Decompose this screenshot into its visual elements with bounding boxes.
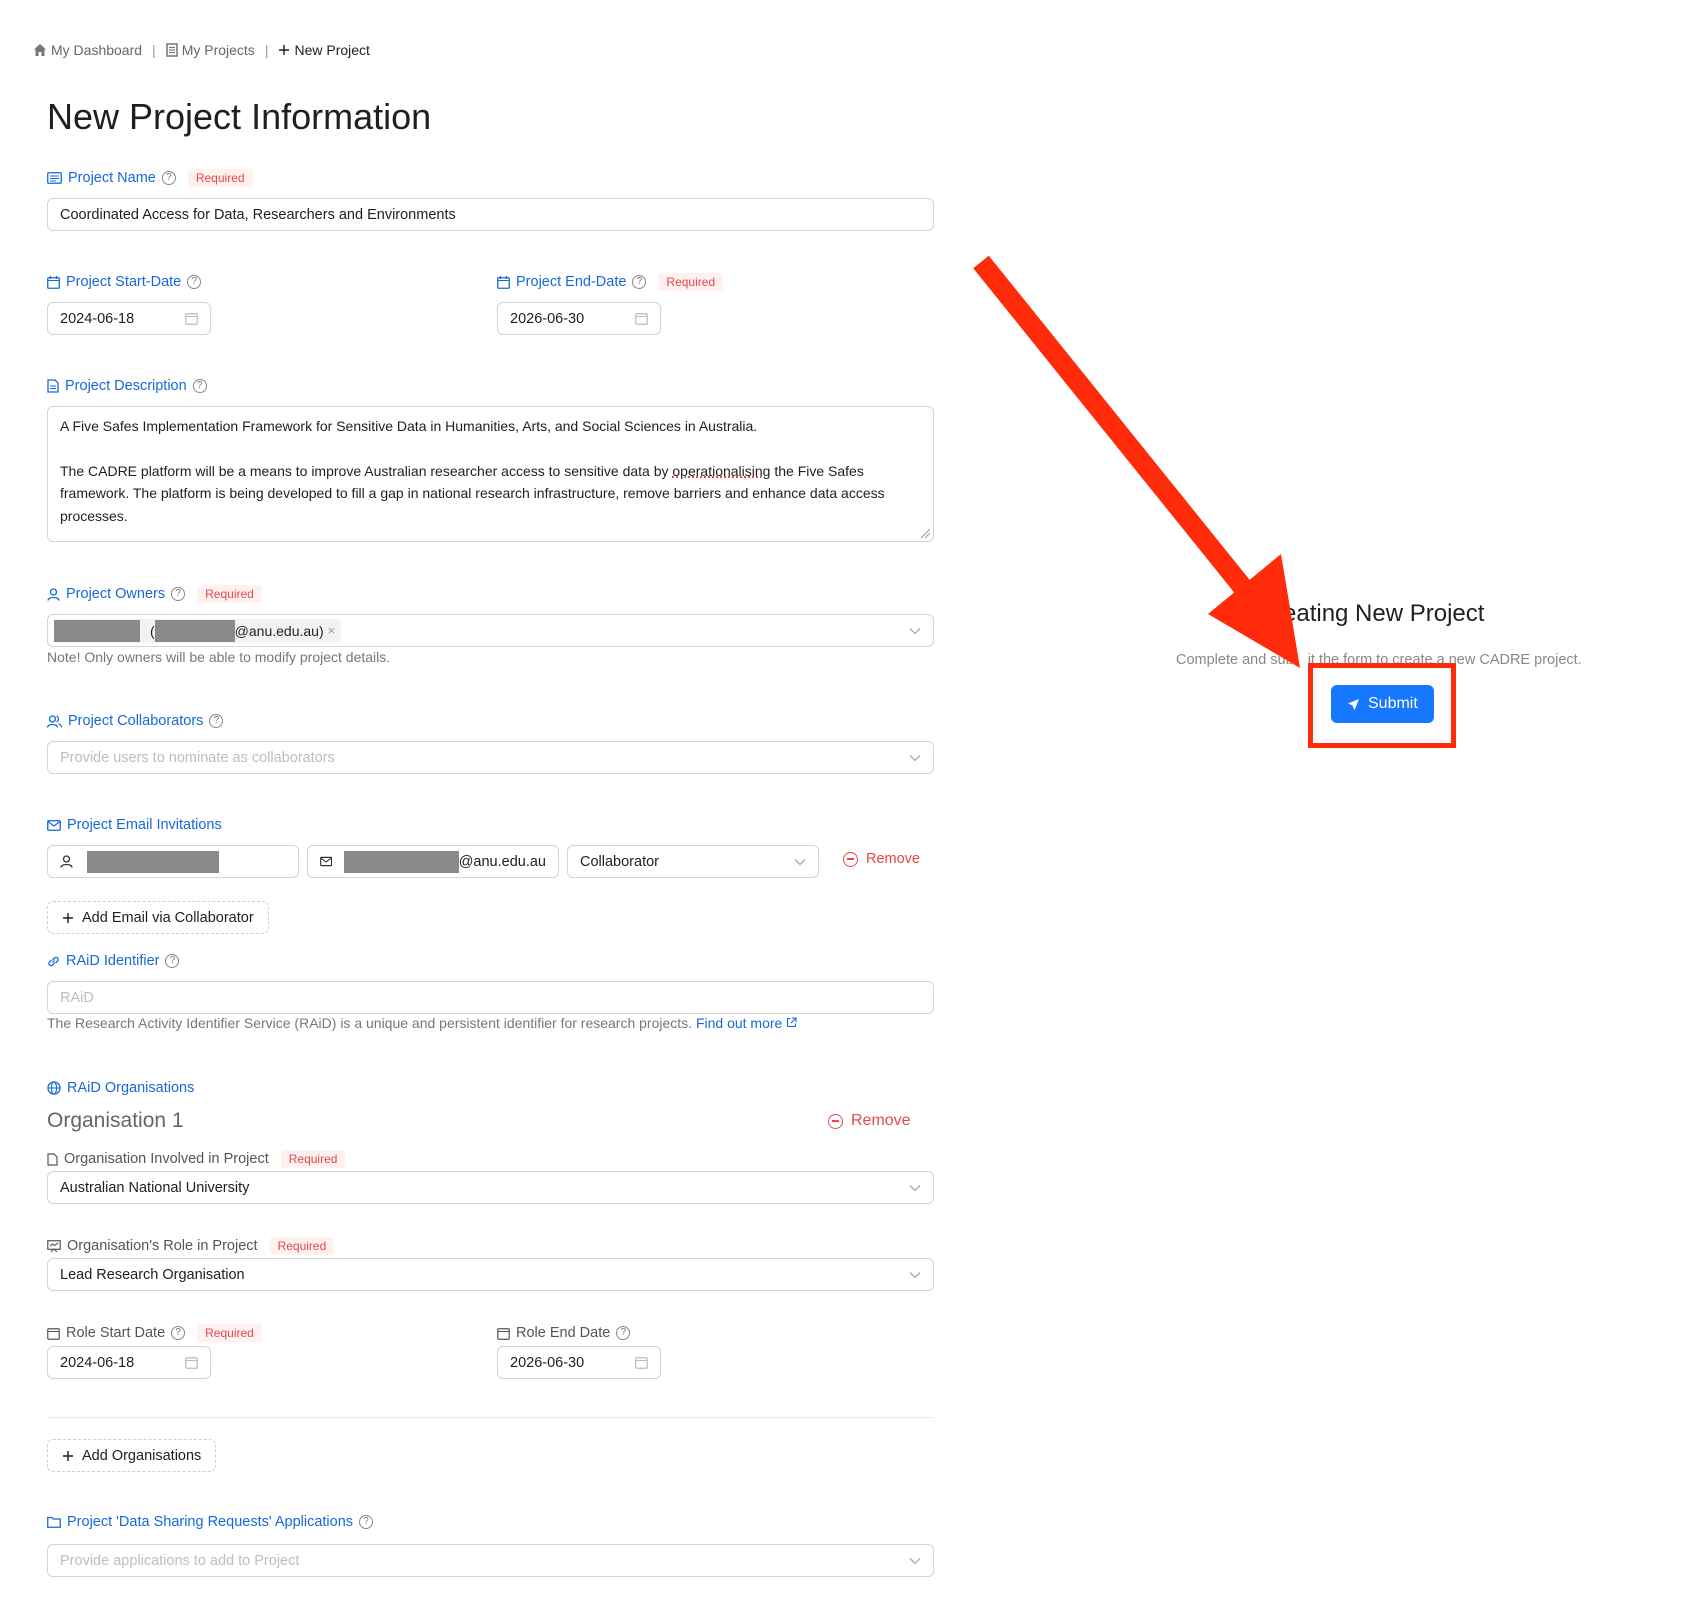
annotation-arrow [973,255,1300,668]
annotation-arrow-shaft [973,255,1253,597]
